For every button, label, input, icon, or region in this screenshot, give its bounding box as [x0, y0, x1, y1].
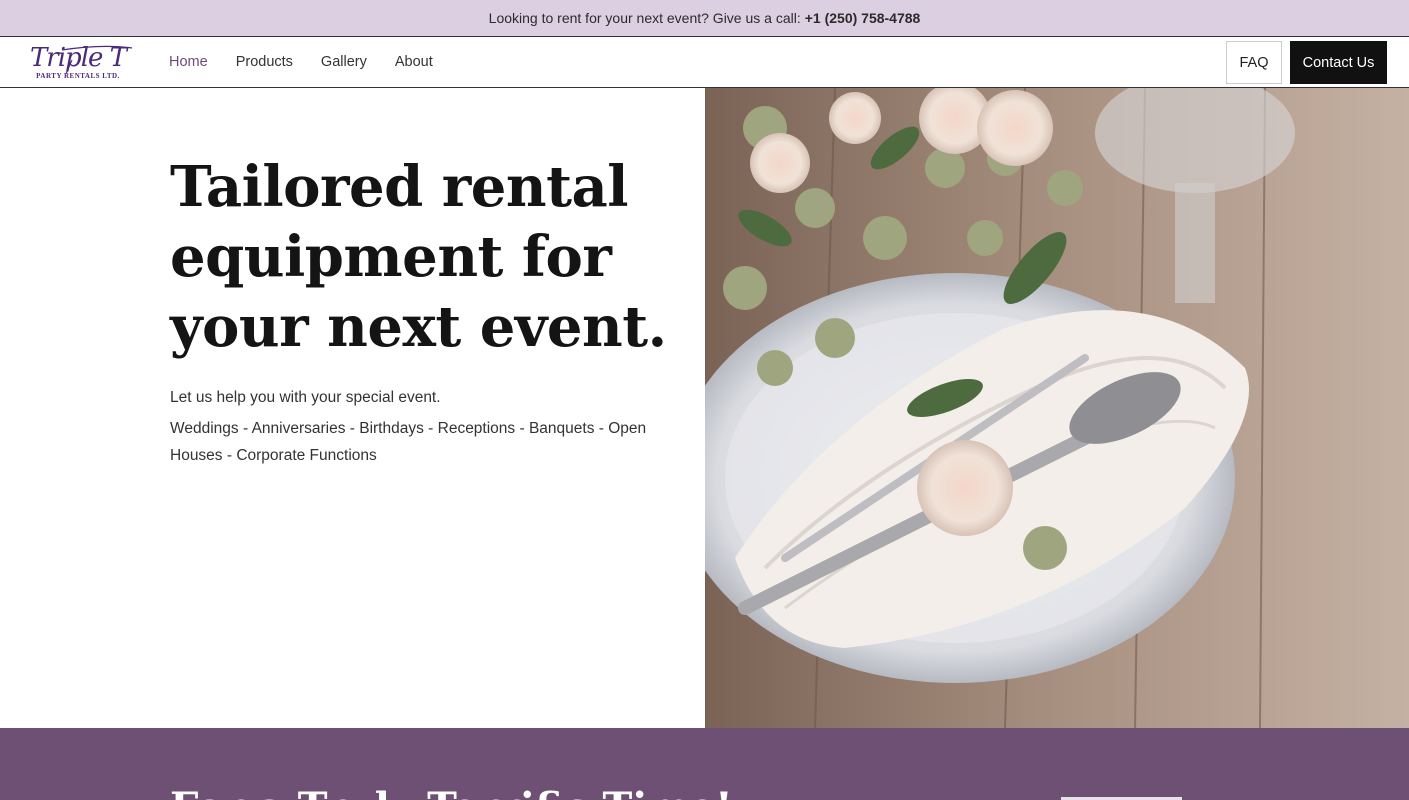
hero-lead-text: Let us help you with your special event.: [170, 389, 441, 406]
nav-item-products[interactable]: Products: [236, 54, 293, 70]
contact-us-button[interactable]: Contact Us: [1290, 41, 1387, 84]
logo-swoosh-icon: [61, 45, 133, 75]
hero-image: [705, 88, 1409, 728]
phone-link[interactable]: +1 (250) 758-4788: [805, 10, 921, 26]
announcement-bar: Looking to rent for your next event? Giv…: [0, 0, 1409, 37]
table-setting-photo-icon: [705, 88, 1409, 728]
hero-events-text: Weddings - Anniversaries - Birthdays - R…: [170, 420, 647, 464]
nav-item-about[interactable]: About: [395, 54, 433, 70]
nav-item-home[interactable]: Home: [169, 54, 208, 70]
cta-band: For a Truly Terrific Time!: [0, 728, 1409, 800]
nav-item-gallery[interactable]: Gallery: [321, 54, 367, 70]
nav-menu: Home Products Gallery About: [169, 37, 461, 87]
hero-title: Tailored rental equipment for your next …: [170, 154, 667, 360]
faq-button[interactable]: FAQ: [1226, 41, 1282, 84]
band-title: For a Truly Terrific Time!: [170, 784, 733, 800]
site-logo[interactable]: Triple T PARTY RENTALS LTD.: [22, 42, 134, 82]
announcement-text: Looking to rent for your next event? Giv…: [488, 10, 801, 26]
main-nav: Triple T PARTY RENTALS LTD. Home Product…: [0, 37, 1409, 88]
